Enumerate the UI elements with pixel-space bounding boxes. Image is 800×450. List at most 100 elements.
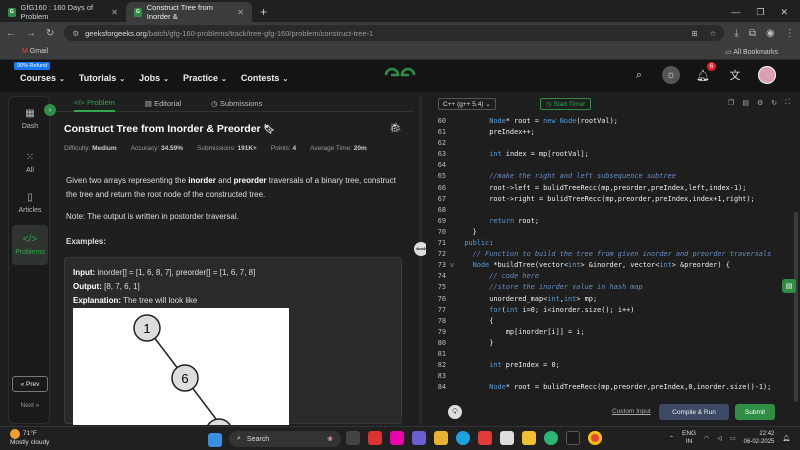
panel-divider[interactable] <box>419 96 422 424</box>
chrome-icon[interactable] <box>588 431 602 445</box>
fold-gutter[interactable] <box>448 205 456 216</box>
next-button[interactable]: Next » <box>12 398 48 412</box>
sidebar-item-all[interactable]: ⁙ All <box>12 143 48 183</box>
code-line[interactable]: 81 <box>426 349 800 360</box>
fold-gutter[interactable] <box>448 171 456 182</box>
menu-practice[interactable]: Practice ⌄ <box>183 73 227 83</box>
fold-gutter[interactable] <box>448 227 456 238</box>
clock[interactable]: 22:42 06-02-2025 <box>744 430 775 446</box>
code-line[interactable]: 76 unordered_map<int,int> mp; <box>426 294 800 305</box>
code-line[interactable]: 79 mp[inorder[i]] = i; <box>426 327 800 338</box>
code-line[interactable]: 82 int preIndex = 0; <box>426 360 800 371</box>
code-line[interactable]: 71 public: <box>426 238 800 249</box>
sticky-notes-icon[interactable] <box>522 431 536 445</box>
close-window-icon[interactable]: ✕ <box>780 7 788 18</box>
fold-gutter[interactable] <box>448 116 456 127</box>
reload-icon[interactable]: ↻ <box>46 28 54 39</box>
sidebar-item-dash[interactable]: ▦ Dash <box>12 99 48 139</box>
bookmark-star-icon[interactable]: ☆ <box>710 29 717 38</box>
task-view-icon[interactable] <box>346 431 360 445</box>
code-line[interactable]: 78 { <box>426 316 800 327</box>
taskbar-search[interactable]: ⌕ Search ❀ <box>229 431 341 447</box>
fold-gutter[interactable] <box>448 360 456 371</box>
code-line[interactable]: 66 root->left = bulidTreeRecc(mp,preorde… <box>426 183 800 194</box>
all-bookmarks[interactable]: ▭ All Bookmarks <box>725 48 778 56</box>
start-timer-button[interactable]: ◷ Start Timer <box>540 98 592 110</box>
code-line[interactable]: 64 <box>426 160 800 171</box>
input-language[interactable]: ENG IN <box>682 430 696 446</box>
code-line[interactable]: 67 root->right = bulidTreeRecc(mp,preord… <box>426 194 800 205</box>
weather-widget[interactable]: 71°F Mostly cloudy <box>10 429 49 447</box>
fold-gutter[interactable] <box>448 127 456 138</box>
teams-icon[interactable] <box>412 431 426 445</box>
close-tab-icon[interactable]: ✕ <box>111 8 118 17</box>
extensions-icon[interactable]: ⧉ <box>749 28 756 39</box>
fold-gutter[interactable] <box>448 183 456 194</box>
fold-gutter[interactable] <box>448 316 456 327</box>
compile-run-button[interactable]: Compile & Run <box>659 404 729 420</box>
lightbulb-icon[interactable]: 💡︎ <box>448 405 462 419</box>
file-explorer-icon[interactable] <box>434 431 448 445</box>
bell-icon[interactable]: 🔔︎ 6 <box>694 62 716 84</box>
language-select[interactable]: C++ (g++ 5.4) ⌄ <box>438 98 496 110</box>
avatar[interactable] <box>758 66 776 84</box>
fold-gutter[interactable] <box>448 149 456 160</box>
browser-tab-gfg160[interactable]: G GfG160 : 160 Days of Problem ✕ <box>0 2 126 22</box>
site-info-icon[interactable]: ⚙ <box>72 29 79 38</box>
menu-jobs[interactable]: Jobs ⌄ <box>139 73 169 83</box>
code-line[interactable]: 68 <box>426 205 800 216</box>
sidebar-item-articles[interactable]: ▯ Articles <box>12 183 48 223</box>
code-line[interactable]: 65 //make the right and left subsequence… <box>426 171 800 182</box>
back-icon[interactable]: ← <box>6 28 16 39</box>
fold-gutter[interactable] <box>448 338 456 349</box>
terminal-icon[interactable] <box>566 431 580 445</box>
app-icon[interactable] <box>478 431 492 445</box>
fold-gutter[interactable] <box>448 249 456 260</box>
fold-gutter[interactable] <box>448 216 456 227</box>
whatsapp-icon[interactable] <box>544 431 558 445</box>
language-icon[interactable]: 文 <box>726 66 744 84</box>
minimize-icon[interactable]: — <box>731 7 740 17</box>
fold-gutter[interactable] <box>448 194 456 205</box>
chevron-up-icon[interactable]: ⌃ <box>669 435 674 442</box>
code-line[interactable]: 73 v Node *buildTree(vector<int> &inorder… <box>426 260 800 271</box>
theme-toggle-icon[interactable]: ☼ <box>662 66 680 84</box>
editor-scrollbar[interactable] <box>794 212 798 402</box>
code-line[interactable]: 75 //store the inorder value in hash map <box>426 282 800 293</box>
prev-button[interactable]: « Prev <box>12 376 48 392</box>
more-menu-icon[interactable]: ⋮ <box>785 28 795 39</box>
code-line[interactable]: 61 preIndex++; <box>426 127 800 138</box>
fullscreen-icon[interactable]: ⛶ <box>785 99 790 107</box>
menu-courses[interactable]: Courses ⌄ <box>20 73 65 83</box>
new-tab-icon[interactable]: + <box>252 2 275 22</box>
tab-editorial[interactable]: ▤ Editorial <box>145 99 181 108</box>
tab-submissions[interactable]: ◷ Submissions <box>211 99 262 108</box>
search-icon[interactable]: ⌕ <box>630 66 648 84</box>
code-line[interactable]: 60 Node* root = new Node(rootVal); <box>426 116 800 127</box>
menu-tutorials[interactable]: Tutorials ⌄ <box>79 73 125 83</box>
mcafee-icon[interactable] <box>368 431 382 445</box>
sidebar-item-problems[interactable]: </> Problems <box>12 225 48 265</box>
forward-icon[interactable]: → <box>26 28 36 39</box>
fold-gutter[interactable] <box>448 282 456 293</box>
wifi-icon[interactable]: ◠ <box>704 435 709 442</box>
copy-icon[interactable]: ❐ <box>728 99 734 107</box>
browser-tab-construct-tree[interactable]: G Construct Tree from Inorder & ✕ <box>126 2 252 22</box>
restore-icon[interactable]: ❐ <box>756 7 764 18</box>
code-line[interactable]: 69 return root; <box>426 216 800 227</box>
tab-problem[interactable]: </> Problem <box>74 96 115 112</box>
store-icon[interactable] <box>500 431 514 445</box>
submit-button[interactable]: Submit <box>735 404 775 420</box>
bookmark-gmail[interactable]: M Gmail <box>22 48 48 55</box>
custom-input-link[interactable]: Custom Input <box>612 408 651 415</box>
settings-icon[interactable]: ⚙ <box>757 99 763 107</box>
fold-gutter[interactable] <box>448 138 456 149</box>
notifications-icon[interactable]: 🔔︎ <box>782 435 790 442</box>
code-line[interactable]: 77 for(int i=0; i<inorder.size(); i++) <box>426 305 800 316</box>
fold-gutter[interactable] <box>448 160 456 171</box>
gfg-logo[interactable] <box>382 64 418 86</box>
reset-icon[interactable]: ↻ <box>771 99 777 107</box>
fold-gutter[interactable] <box>448 305 456 316</box>
code-area[interactable]: 60 Node* root = new Node(rootVal); 61 pre… <box>426 116 800 392</box>
code-line[interactable]: 62 <box>426 138 800 149</box>
